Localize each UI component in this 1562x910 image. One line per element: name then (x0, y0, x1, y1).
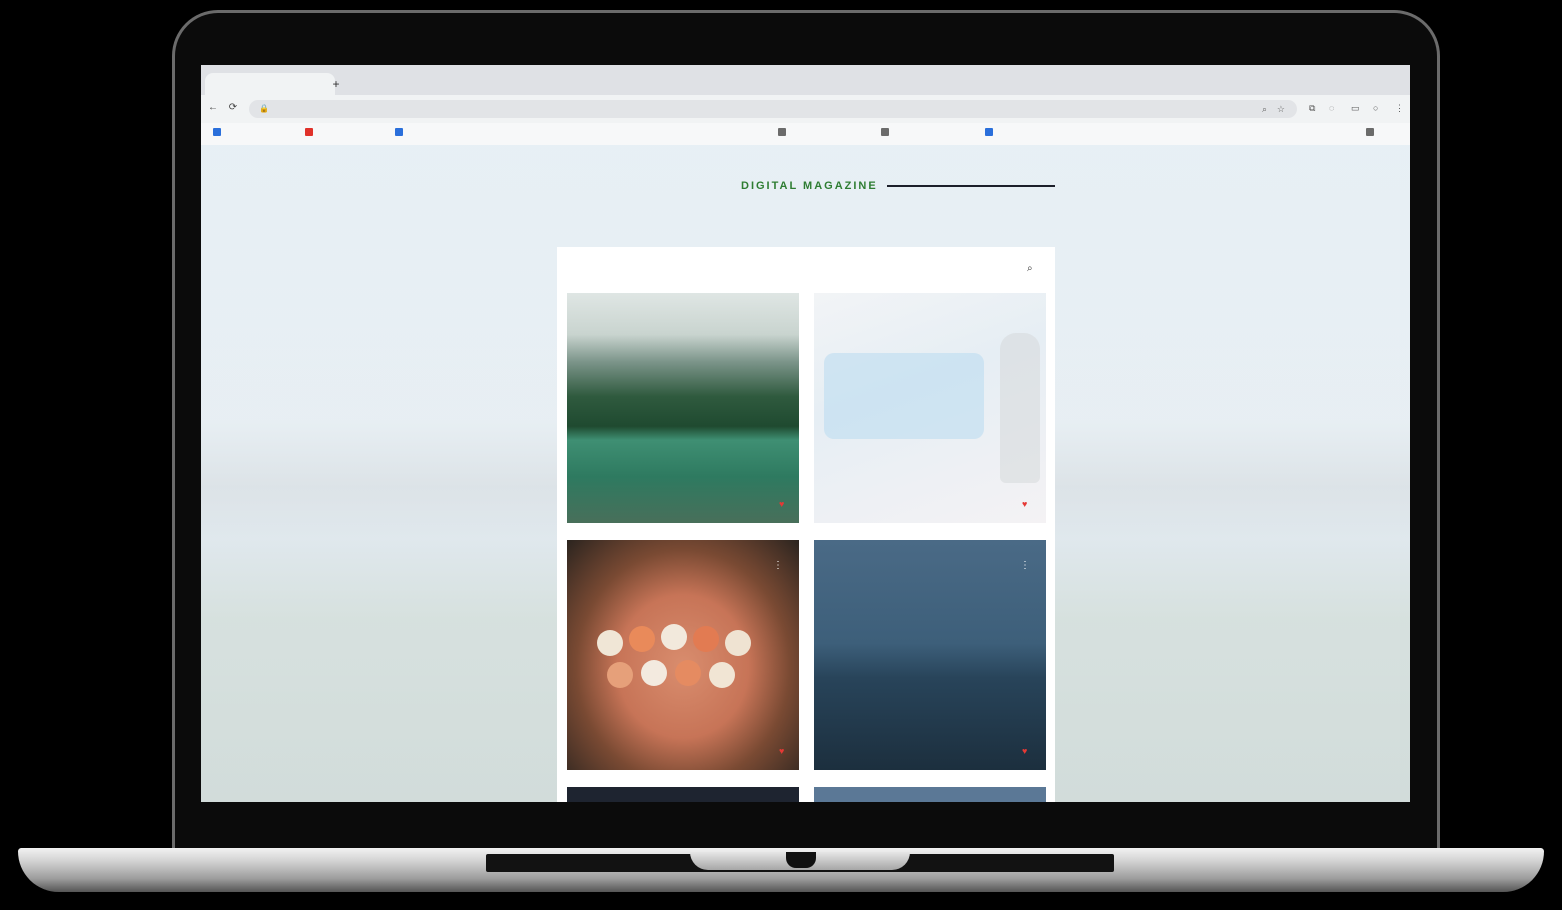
sushi-piece-shape (661, 624, 687, 650)
heart-icon[interactable]: ♥ (779, 746, 784, 756)
more-options-icon[interactable]: ⋮ (773, 560, 783, 571)
bookmark-item[interactable] (881, 128, 892, 137)
sushi-piece-shape (675, 660, 701, 686)
bookmark-favicon-icon (985, 128, 993, 136)
bookmark-folder-icon (1366, 128, 1374, 136)
title-rule (887, 185, 1055, 187)
heart-icon[interactable]: ♥ (1022, 746, 1027, 756)
bookmark-item[interactable] (305, 128, 316, 137)
more-options-icon[interactable]: ⋮ (1020, 560, 1030, 571)
post-card-mountain-lake[interactable]: ♥ (567, 293, 799, 523)
sushi-piece-shape (597, 630, 623, 656)
bookmark-favicon-icon (213, 128, 221, 136)
post-card-partial[interactable] (567, 787, 799, 802)
bookmark-folder-icon (778, 128, 786, 136)
bookmarks-bar (201, 123, 1410, 146)
bookmark-item[interactable] (778, 128, 789, 137)
page-title: DIGITAL MAGAZINE (741, 180, 878, 192)
bookmark-item[interactable] (213, 128, 224, 137)
bookmark-favicon-icon (305, 128, 313, 136)
laptop-notch-shadow (786, 852, 816, 868)
bookmark-item[interactable] (395, 128, 406, 137)
post-card-partial[interactable] (814, 787, 1046, 802)
mask-image-shape (824, 353, 984, 439)
sushi-piece-shape (693, 626, 719, 652)
all-bookmarks-item[interactable] (1366, 128, 1377, 137)
blog-feed: ⌕ ♥ ♥ ⋮ ♥ ⋮ ♥ (557, 247, 1055, 802)
bottle-image-shape (1000, 333, 1040, 483)
sushi-piece-shape (629, 626, 655, 652)
bookmark-item[interactable] (985, 128, 996, 137)
profile-icon[interactable]: ○ (1373, 103, 1378, 113)
magazine-page: DIGITAL MAGAZINE ⌕ ♥ ♥ ⋮ ♥ ⋮ ♥ (201, 145, 1410, 802)
browser-tab[interactable] (205, 73, 335, 95)
new-tab-icon[interactable]: + (329, 77, 343, 91)
reload-icon[interactable]: ⟳ (227, 102, 239, 114)
browser-tab-bar: + (201, 65, 1410, 95)
bookmark-star-icon[interactable]: ☆ (1277, 100, 1285, 118)
search-icon[interactable]: ⌕ (1027, 263, 1033, 274)
extension-icon[interactable]: ⧉ (1309, 103, 1315, 114)
heart-icon[interactable]: ♥ (779, 499, 784, 509)
sushi-piece-shape (641, 660, 667, 686)
address-bar[interactable]: 🔒 ⌕ ☆ (249, 100, 1297, 118)
post-card-face-masks[interactable]: ♥ (814, 293, 1046, 523)
menu-icon[interactable]: ⋮ (1395, 103, 1404, 114)
post-card-city-night[interactable]: ⋮ ♥ (814, 540, 1046, 770)
back-icon[interactable]: ← (207, 102, 219, 114)
laptop-screen: + ← ⟳ 🔒 ⌕ ☆ ⧉ ◌ ▭ ○ ⋮ DIGITAL MAGAZINE ⌕… (201, 65, 1410, 802)
lock-icon: 🔒 (259, 104, 269, 113)
sushi-piece-shape (709, 662, 735, 688)
heart-icon[interactable]: ♥ (1022, 499, 1027, 509)
browser-toolbar: ← ⟳ 🔒 ⌕ ☆ ⧉ ◌ ▭ ○ ⋮ (201, 95, 1410, 123)
zoom-icon[interactable]: ⌕ (1262, 100, 1267, 118)
post-card-sushi[interactable]: ⋮ ♥ (567, 540, 799, 770)
bookmark-favicon-icon (395, 128, 403, 136)
sushi-piece-shape (725, 630, 751, 656)
shield-icon[interactable]: ◌ (1329, 103, 1334, 113)
bookmark-folder-icon (881, 128, 889, 136)
sushi-piece-shape (607, 662, 633, 688)
tabs-icon[interactable]: ▭ (1351, 103, 1360, 114)
